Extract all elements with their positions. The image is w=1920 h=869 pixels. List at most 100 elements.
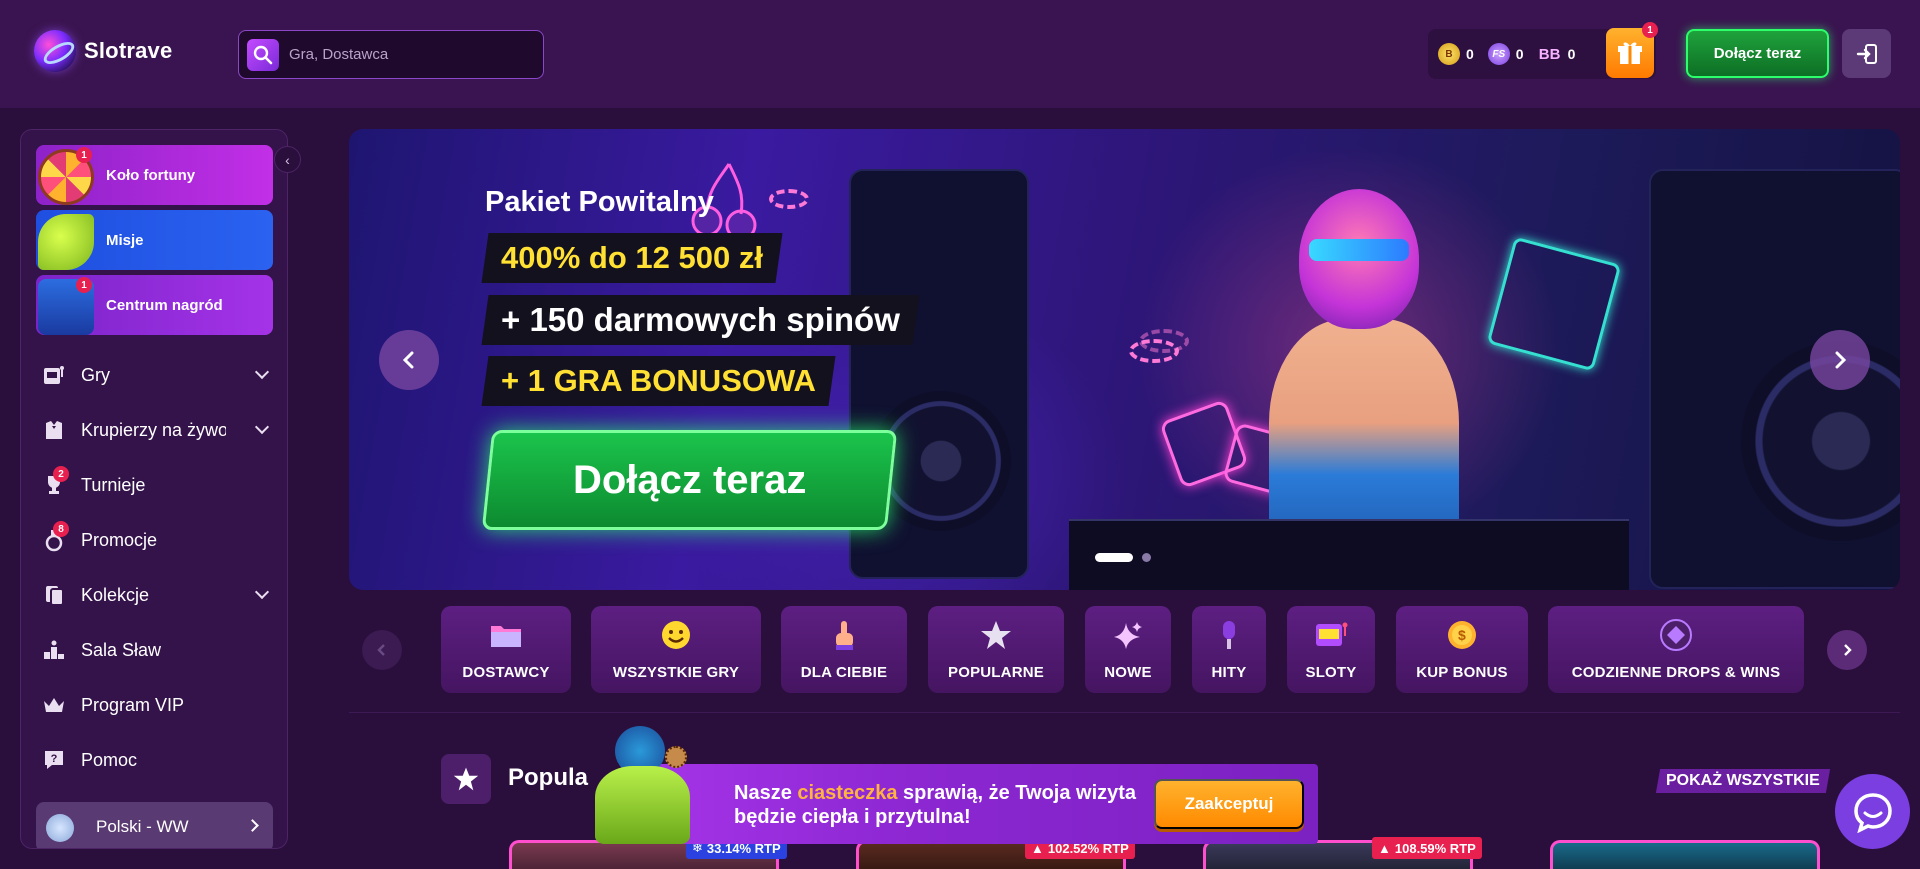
popular-section-icon [441, 754, 491, 804]
trophy-icon: 2 [41, 466, 69, 498]
chevron-left-icon [377, 644, 385, 656]
brand-name: Slotrave [84, 38, 173, 63]
top-header: Slotrave B 0 FS 0 BB 0 1 Dołącz teraz [0, 0, 1920, 108]
medal-icon: 8 [41, 521, 69, 553]
category-slots[interactable]: SLOTY [1287, 606, 1375, 693]
free-spins-coin-icon: FS [1487, 43, 1510, 65]
category-hits[interactable]: HITY [1192, 606, 1266, 693]
sidebar-item-label: Turnieje [81, 474, 146, 495]
hero-title: Pakiet Powitalny [485, 186, 714, 218]
hero-prev-button[interactable] [379, 330, 439, 390]
section-divider [349, 712, 1900, 713]
cookie-link[interactable]: ciasteczka [797, 782, 897, 804]
bb-balance[interactable]: BB 0 [1538, 43, 1576, 65]
hero-next-button[interactable] [1810, 330, 1870, 390]
category-daily-drops-wins[interactable]: CODZIENNE DROPS & WINS [1548, 606, 1804, 693]
chevron-right-icon [246, 819, 259, 832]
chevron-down-icon[interactable] [254, 364, 270, 380]
hero-offer-line-3: + 1 GRA BONUSOWA [481, 356, 836, 406]
chevron-down-icon[interactable] [254, 419, 270, 435]
slot-machine-icon [1314, 618, 1348, 652]
globe-icon [46, 814, 74, 842]
sidebar-item-help[interactable]: ? Pomoc [41, 740, 271, 780]
neon-chip-icon [769, 189, 809, 209]
category-new[interactable]: NOWE [1085, 606, 1171, 693]
sidebar-item-vip[interactable]: Program VIP [41, 685, 271, 725]
chat-support-button[interactable] [1835, 774, 1910, 849]
category-label: KUP BONUS [1416, 664, 1508, 681]
wheel-of-fortune-card[interactable]: Koło fortuny 1 [36, 145, 273, 205]
cards-icon [41, 582, 67, 608]
category-label: DLA CIEBIE [800, 664, 888, 681]
cookie-girl-illustration [585, 726, 700, 844]
chevron-left-icon [402, 351, 414, 369]
bb-coin-icon: BB [1538, 45, 1561, 63]
svg-text:?: ? [51, 753, 58, 765]
hero-join-button[interactable]: Dołącz teraz [481, 430, 898, 530]
sidebar-item-label: Program VIP [81, 694, 185, 715]
sidebar-item-tournaments[interactable]: 2 Turnieje [41, 465, 271, 505]
missions-label: Misje [106, 231, 144, 249]
search-box[interactable] [238, 30, 544, 79]
category-next-button[interactable] [1827, 630, 1867, 670]
dealer-shirt-icon [41, 417, 67, 443]
free-spins-balance[interactable]: FS 0 [1487, 43, 1524, 65]
login-icon [1856, 43, 1877, 64]
help-chat-icon: ? [41, 747, 67, 773]
rewards-center-card[interactable]: Centrum nagród 1 [36, 275, 273, 335]
cocktail-icon [38, 214, 94, 270]
promotions-badge: 8 [53, 521, 69, 537]
sidebar-item-hall-of-fame[interactable]: Sala Sław [41, 630, 271, 670]
gift-icon [1618, 42, 1642, 64]
gift-badge: 1 [1642, 22, 1658, 38]
accept-cookies-button[interactable]: Zaakceptuj [1154, 779, 1304, 829]
language-selector[interactable]: Polski - WW [36, 802, 273, 848]
category-all-games[interactable]: WSZYSTKIE GRY [591, 606, 761, 693]
category-buy-bonus[interactable]: $ KUP BONUS [1396, 606, 1528, 693]
sidebar-item-promotions[interactable]: 8 Promocje [41, 520, 271, 560]
category-prev-button[interactable] [362, 630, 402, 670]
folder-icon [489, 618, 523, 652]
free-spins-balance-value: 0 [1515, 46, 1524, 62]
brand-logo[interactable]: Slotrave [34, 30, 172, 72]
category-for-you[interactable]: DLA CIEBIE [781, 606, 907, 693]
join-now-button[interactable]: Dołącz teraz [1686, 29, 1829, 78]
sidebar-item-collections[interactable]: Kolekcje [41, 575, 271, 615]
hero-offer-line-2: + 150 darmowych spinów [481, 295, 920, 345]
sidebar-item-label: Pomoc [81, 749, 138, 770]
search-icon[interactable] [247, 38, 279, 71]
rtp-badge: ▲ 108.59% RTP [1372, 837, 1482, 859]
login-button[interactable] [1842, 29, 1891, 78]
sidebar-item-label: Promocje [81, 529, 158, 550]
search-input[interactable] [289, 46, 519, 63]
cookie-icon [665, 746, 687, 768]
carousel-dot[interactable] [1142, 553, 1151, 562]
category-label: DOSTAWCY [462, 664, 550, 681]
coin-icon: $ [1445, 618, 1479, 652]
neon-chip-icon [1139, 329, 1189, 353]
chevron-down-icon[interactable] [254, 584, 270, 600]
hero-offer-line-1: 400% do 12 500 zł [481, 233, 783, 283]
bonus-coin-icon: B [1438, 43, 1460, 65]
sidebar-item-label: Kolekcje [81, 584, 150, 605]
bonus-balance[interactable]: B 0 [1438, 43, 1474, 65]
star-icon [453, 767, 479, 791]
category-providers[interactable]: DOSTAWCY [441, 606, 571, 693]
category-popular[interactable]: POPULARNE [928, 606, 1064, 693]
crown-icon [41, 692, 67, 718]
sidebar-item-label: Krupierzy na żywo [81, 419, 226, 440]
wheel-badge: 1 [76, 147, 92, 163]
slot-machine-icon [41, 362, 67, 388]
sidebar-item-games[interactable]: Gry [41, 355, 271, 395]
chevron-right-icon [1844, 644, 1852, 656]
sidebar-item-live-dealers[interactable]: Krupierzy na żywo [41, 410, 271, 450]
game-card[interactable] [1550, 840, 1820, 869]
show-all-link[interactable]: POKAŻ WSZYSTKIE [1655, 769, 1830, 793]
sidebar-collapse-button[interactable]: ‹ [274, 146, 301, 173]
tournaments-badge: 2 [53, 466, 69, 482]
gift-button[interactable]: 1 [1606, 22, 1658, 78]
sidebar: Koło fortuny 1 Misje Centrum nagród 1 Gr… [20, 129, 288, 849]
carousel-dot-active[interactable] [1095, 553, 1133, 562]
sidebar-item-label: Sala Sław [81, 639, 162, 660]
missions-card[interactable]: Misje [36, 210, 273, 270]
